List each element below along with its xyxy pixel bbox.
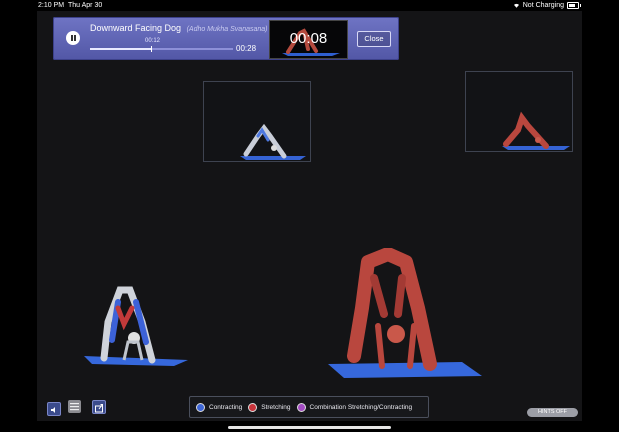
legend-item: Stretching bbox=[248, 402, 291, 412]
status-bar: 2:10 PM Thu Apr 30 Not Charging bbox=[0, 0, 619, 12]
player-bar: Downward Facing Dog (Adho Mukha Svanasan… bbox=[53, 17, 399, 60]
pose-sanskrit-name: (Adho Mukha Svanasana) bbox=[186, 26, 268, 33]
legend-item: Contracting bbox=[196, 402, 243, 412]
side-view-figure bbox=[240, 123, 306, 160]
elapsed-time: 00:12 bbox=[145, 38, 161, 44]
speaker-icon bbox=[51, 407, 55, 413]
legend-label: Contracting bbox=[209, 403, 243, 411]
status-time: 2:10 PM bbox=[38, 2, 65, 9]
total-duration: 00:28 bbox=[236, 44, 257, 53]
pose-name: Downward Facing Dog bbox=[90, 23, 182, 33]
legend-item: Combination Stretching/Contracting bbox=[296, 402, 413, 412]
volume-button[interactable] bbox=[47, 402, 61, 416]
hints-toggle[interactable]: HINTS OFF bbox=[527, 408, 578, 417]
countdown-timer: 00:08 bbox=[289, 30, 328, 47]
pose-preview: 00:08 bbox=[269, 20, 348, 59]
status-date: Thu Apr 30 bbox=[68, 2, 103, 9]
list-icon bbox=[70, 403, 79, 411]
share-icon bbox=[95, 404, 103, 413]
legend-label: Stretching bbox=[261, 403, 291, 411]
front-figure-muscle bbox=[328, 248, 482, 378]
pause-button[interactable] bbox=[66, 31, 80, 45]
share-button[interactable] bbox=[92, 400, 106, 414]
battery-icon bbox=[567, 2, 581, 9]
stretching-color-dot bbox=[248, 402, 258, 412]
close-button[interactable]: Close bbox=[357, 31, 391, 47]
wifi-icon bbox=[513, 3, 519, 8]
battery-status-text: Not Charging bbox=[522, 2, 564, 9]
contracting-color-dot bbox=[196, 402, 205, 412]
side-muscle-figure bbox=[502, 111, 570, 150]
legend-label: Combination Stretching/Contracting bbox=[309, 403, 413, 411]
muscle-legend: Contracting Stretching Combination Stret… bbox=[189, 396, 429, 418]
view-box-side-muscle[interactable] bbox=[465, 71, 573, 152]
progress-knob[interactable] bbox=[151, 46, 153, 52]
combination-color-dot bbox=[296, 402, 306, 412]
progress-track[interactable] bbox=[90, 46, 233, 52]
home-indicator[interactable] bbox=[228, 426, 391, 429]
pose-title: Downward Facing Dog (Adho Mukha Svanasan… bbox=[90, 23, 268, 33]
routine-list-button[interactable] bbox=[68, 400, 81, 413]
status-right: Not Charging bbox=[513, 2, 581, 9]
progress-fill bbox=[90, 48, 152, 50]
view-box-side-skeleton[interactable] bbox=[203, 81, 311, 162]
front-figure-skeleton bbox=[84, 286, 188, 366]
